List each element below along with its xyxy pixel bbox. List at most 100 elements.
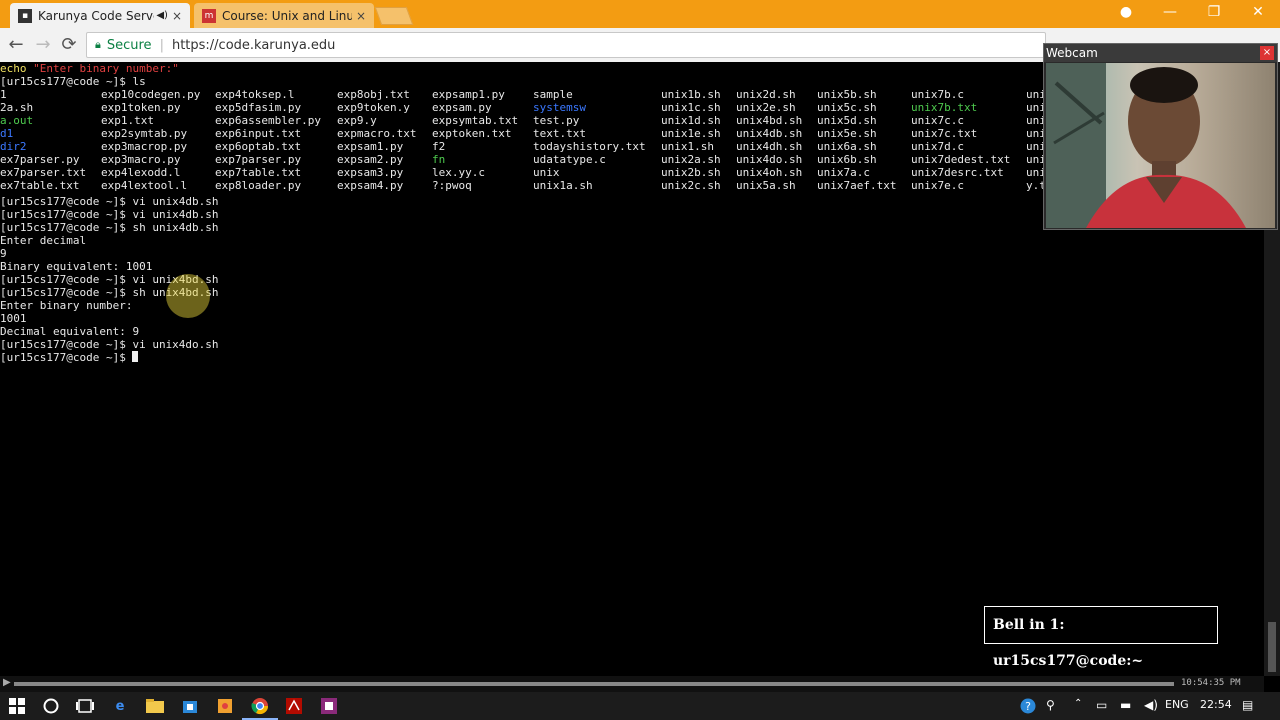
volume-icon[interactable]: ◀) bbox=[1144, 698, 1158, 712]
moodle-favicon-icon: m bbox=[202, 8, 216, 23]
ls-entry: ex7parser.py bbox=[0, 153, 80, 166]
webcam-title-bar[interactable]: Webcam bbox=[1044, 44, 1277, 62]
maximize-button[interactable]: ❐ bbox=[1204, 4, 1224, 20]
minimize-button[interactable]: — bbox=[1160, 4, 1180, 20]
webcam-person-image bbox=[1046, 63, 1246, 228]
ls-entry: unix7aef.txt bbox=[817, 179, 897, 192]
url-text[interactable]: https://code.karunya.edu bbox=[172, 38, 335, 53]
ls-entry: unix2a.sh bbox=[661, 153, 721, 166]
profile-icon[interactable]: ● bbox=[1116, 4, 1136, 20]
notifications-icon[interactable]: ▤ bbox=[1242, 698, 1253, 712]
ls-entry: exp7parser.py bbox=[215, 153, 302, 166]
battery-icon[interactable]: ▬ bbox=[1120, 698, 1131, 712]
forward-button[interactable]: → bbox=[32, 34, 54, 55]
terminal-line: Decimal equivalent: 9 bbox=[0, 325, 140, 338]
windows-taskbar: e ? ⚲ ⌃ ▭ ▬ ◀) ENG 22:54 ▤ bbox=[0, 692, 1280, 720]
tab-karunya-code-server[interactable]: ▪ Karunya Code Server ◀) × bbox=[10, 3, 190, 28]
language-indicator[interactable]: ENG bbox=[1165, 698, 1189, 711]
ls-entry: exp4toksep.l bbox=[215, 88, 295, 101]
people-icon[interactable]: ⚲ bbox=[1046, 698, 1055, 712]
webcam-close-button[interactable]: × bbox=[1260, 46, 1274, 60]
mouse-highlight bbox=[166, 274, 210, 318]
ls-entry: expsam2.py bbox=[337, 153, 404, 166]
text-cursor bbox=[132, 351, 139, 362]
ls-entry: unix4oh.sh bbox=[736, 166, 803, 179]
ls-entry: unix5b.sh bbox=[817, 88, 877, 101]
terminal-line: Binary equivalent: 1001 bbox=[0, 260, 153, 273]
ls-entry: f2 bbox=[432, 140, 446, 153]
ls-entry: unix7c.txt bbox=[911, 127, 978, 140]
close-window-button[interactable]: ✕ bbox=[1248, 4, 1268, 20]
tab-title: Karunya Code Server bbox=[38, 8, 155, 23]
ls-entry: unix1e.sh bbox=[661, 127, 721, 140]
recorder-icon[interactable] bbox=[319, 696, 339, 716]
ls-entry: unix2c.sh bbox=[661, 179, 721, 192]
ls-entry: unix6a.sh bbox=[817, 140, 877, 153]
terminal-line: echo "Enter binary number:" bbox=[0, 62, 179, 75]
webcam-feed bbox=[1046, 63, 1275, 228]
terminal-line: [ur15cs177@code ~]$ vi unix4db.sh bbox=[0, 195, 219, 208]
windows-start-icon[interactable] bbox=[7, 696, 27, 716]
secure-label: Secure bbox=[106, 37, 152, 53]
help-icon[interactable]: ? bbox=[1018, 696, 1038, 716]
close-tab-icon[interactable]: × bbox=[356, 9, 366, 23]
file-explorer-icon[interactable] bbox=[145, 696, 165, 716]
ls-entry: unix1a.sh bbox=[533, 179, 593, 192]
store-icon[interactable] bbox=[180, 696, 200, 716]
ls-entry: unix7e.c bbox=[911, 179, 964, 192]
close-tab-icon[interactable]: × bbox=[172, 9, 182, 23]
ls-entry: exp6optab.txt bbox=[215, 140, 302, 153]
ls-entry: udatatype.c bbox=[533, 153, 606, 166]
ls-entry: expsamp1.py bbox=[432, 88, 505, 101]
tab-course-unix-linux[interactable]: m Course: Unix and Linux Le × bbox=[194, 3, 374, 28]
ls-entry: exp9token.y bbox=[337, 101, 410, 114]
echo-string: "Enter binary number:" bbox=[33, 62, 179, 75]
ls-entry: exp3macro.py bbox=[101, 153, 181, 166]
terminal-line: Enter decimal bbox=[0, 234, 87, 247]
paint-icon[interactable] bbox=[215, 696, 235, 716]
network-icon[interactable]: ▭ bbox=[1096, 698, 1107, 712]
ls-entry: exp2symtab.py bbox=[101, 127, 188, 140]
speaker-icon[interactable]: ◀) bbox=[156, 10, 168, 21]
ls-entry: unix7dedest.txt bbox=[911, 153, 1011, 166]
terminal-line: [ur15cs177@code ~]$ vi unix4db.sh bbox=[0, 208, 219, 221]
ls-entry: expmacro.txt bbox=[337, 127, 417, 140]
ls-entry: unix5d.sh bbox=[817, 114, 877, 127]
new-tab-button[interactable] bbox=[374, 7, 414, 25]
terminal-line: 1001 bbox=[0, 312, 27, 325]
ls-entry: fn bbox=[432, 153, 446, 166]
ls-entry: expsam4.py bbox=[337, 179, 404, 192]
webcam-window[interactable]: Webcam × bbox=[1043, 43, 1278, 230]
ls-entry: exp1token.py bbox=[101, 101, 181, 114]
acrobat-icon[interactable] bbox=[284, 696, 304, 716]
scroll-thumb[interactable] bbox=[1268, 622, 1276, 672]
ls-entry: unix7a.c bbox=[817, 166, 870, 179]
reload-button[interactable]: ⟳ bbox=[58, 34, 80, 55]
ls-entry: sample bbox=[533, 88, 573, 101]
chrome-icon[interactable] bbox=[242, 696, 278, 720]
ls-entry: unix4do.sh bbox=[736, 153, 803, 166]
scroll-track[interactable] bbox=[14, 682, 1174, 686]
search-circle-icon[interactable] bbox=[41, 696, 61, 716]
ls-entry: unix1.sh bbox=[661, 140, 714, 153]
clock[interactable]: 22:54 bbox=[1200, 698, 1232, 711]
ls-entry: unix5a.sh bbox=[736, 179, 796, 192]
ls-entry: unix7desrc.txt bbox=[911, 166, 1004, 179]
prompt-text: [ur15cs177@code ~]$ bbox=[0, 351, 133, 364]
ls-entry: unix7b.c bbox=[911, 88, 964, 101]
ls-entry: unix7c.c bbox=[911, 114, 964, 127]
ls-entry: exp10codegen.py bbox=[101, 88, 201, 101]
scroll-left-icon[interactable]: ▶ bbox=[3, 677, 11, 688]
bell-notification[interactable]: Bell in 1: ur15cs177@code:~ bbox=[984, 606, 1218, 669]
ls-entry: unix2d.sh bbox=[736, 88, 796, 101]
chevron-up-icon[interactable]: ⌃ bbox=[1074, 698, 1082, 709]
back-button[interactable]: ← bbox=[5, 34, 27, 55]
address-bar[interactable]: 🔒︎ Secure | https://code.karunya.edu bbox=[86, 32, 1046, 58]
ls-entry: unix2b.sh bbox=[661, 166, 721, 179]
task-view-icon[interactable] bbox=[75, 696, 95, 716]
edge-browser-icon[interactable]: e bbox=[110, 696, 130, 716]
lock-icon: 🔒︎ bbox=[95, 38, 101, 51]
terminal-prompt[interactable]: [ur15cs177@code ~]$ bbox=[0, 351, 139, 364]
ls-entry: dir2 bbox=[0, 140, 27, 153]
ls-entry: unix bbox=[533, 166, 560, 179]
